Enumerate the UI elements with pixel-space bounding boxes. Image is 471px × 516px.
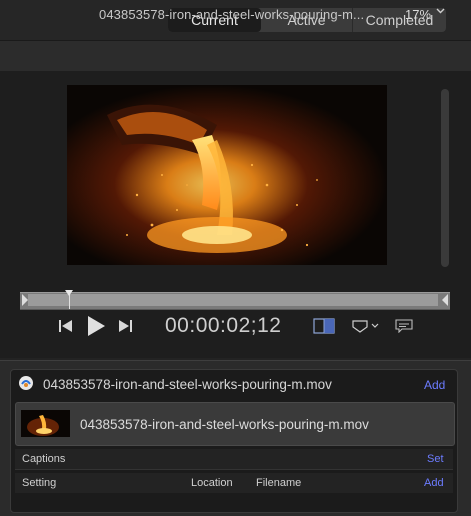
column-setting: Setting: [22, 477, 57, 489]
video-preview: [67, 85, 387, 265]
compressor-icon: [18, 375, 34, 396]
skip-forward-icon[interactable]: [117, 318, 133, 339]
output-table-header: [15, 473, 453, 493]
chevron-down-icon[interactable]: [436, 6, 445, 18]
column-location: Location: [191, 477, 233, 489]
out-point-icon[interactable]: [442, 294, 448, 306]
overlay-menu-icon[interactable]: [351, 318, 381, 339]
source-filename: 043853578-iron-and-steel-works-pouring-m…: [80, 417, 369, 432]
captions-row: [15, 449, 453, 470]
viewer-filename: 043853578-iron-and-steel-works-pouring-m…: [99, 7, 365, 22]
playhead-handle[interactable]: [65, 290, 73, 296]
timecode-display: 00:00:02;12: [165, 314, 282, 337]
vertical-scrollbar[interactable]: [441, 89, 449, 267]
viewer-header: [0, 40, 471, 72]
zoom-level[interactable]: 17%: [405, 7, 431, 22]
in-point-icon[interactable]: [22, 294, 28, 306]
caption-icon[interactable]: [395, 319, 413, 338]
tab-completed[interactable]: Completed: [353, 8, 446, 32]
play-icon[interactable]: [86, 315, 106, 342]
timeline-track[interactable]: [28, 294, 438, 306]
view-toggle-icon[interactable]: [313, 318, 335, 339]
captions-label: Captions: [22, 453, 66, 465]
add-output-button[interactable]: Add: [424, 378, 445, 392]
column-filename: Filename: [256, 477, 302, 489]
set-captions-button[interactable]: Set: [427, 453, 444, 465]
job-title: 043853578-iron-and-steel-works-pouring-m…: [43, 377, 332, 392]
add-setting-button[interactable]: Add: [424, 477, 444, 489]
skip-back-icon[interactable]: [58, 318, 74, 339]
source-thumbnail: [21, 410, 70, 437]
